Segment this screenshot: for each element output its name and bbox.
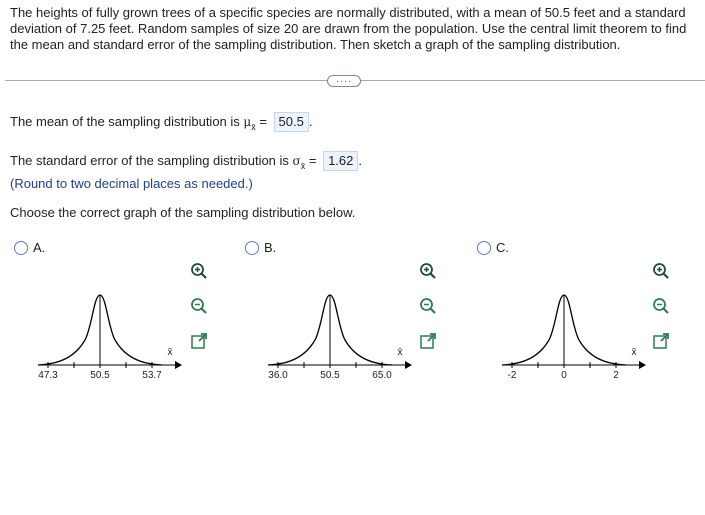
show-more-button[interactable]: ···· [327, 75, 361, 87]
option-a-graph: 47.3 50.5 53.7 x̄ [37, 294, 182, 381]
zoom-out-icon[interactable] [652, 297, 670, 315]
axis-variable: x̄ [398, 347, 403, 358]
option-b-radio[interactable] [245, 240, 259, 255]
option-a-radio[interactable] [14, 240, 28, 255]
tick-label: 65.0 [372, 370, 392, 381]
option-a-label: A. [33, 240, 46, 255]
mean-line: The mean of the sampling distribution is… [10, 112, 312, 132]
option-c[interactable]: C. [477, 240, 509, 255]
tick-label: -2 [508, 370, 517, 381]
mean-symbol-sub: x̄ [251, 122, 256, 132]
option-a[interactable]: A. [14, 240, 45, 255]
option-c-label: C. [496, 240, 509, 255]
zoom-in-icon[interactable] [419, 262, 437, 280]
mean-equals: = [255, 114, 271, 129]
se-prefix: The standard error of the sampling distr… [10, 153, 293, 168]
tick-label: 50.5 [320, 370, 340, 381]
se-symbol-sub: x̄ [300, 161, 306, 171]
tick-label: 53.7 [142, 370, 162, 381]
tick-label: 47.3 [38, 370, 58, 381]
option-b-label: B. [264, 240, 277, 255]
zoom-in-icon[interactable] [190, 262, 208, 280]
option-c-graph: -2 0 2 x̄ [501, 294, 646, 381]
tick-label: 50.5 [90, 370, 110, 381]
tick-label: 2 [613, 370, 619, 381]
se-suffix: . [358, 153, 362, 168]
axis-arrow [639, 361, 646, 369]
problem-statement: The heights of fully grown trees of a sp… [10, 5, 687, 52]
mean-suffix: . [308, 114, 313, 129]
axis-arrow [175, 361, 182, 369]
zoom-out-icon[interactable] [419, 297, 437, 315]
round-hint: (Round to two decimal places as needed.) [10, 176, 253, 191]
se-answer[interactable]: 1.62 [323, 151, 359, 171]
zoom-out-icon[interactable] [190, 297, 208, 315]
expand-icon[interactable] [419, 332, 437, 350]
tick-label: 0 [561, 370, 567, 381]
axis-arrow [405, 361, 412, 369]
se-symbol: σ [292, 154, 301, 168]
mean-answer[interactable]: 50.5 [273, 112, 309, 132]
se-line: The standard error of the sampling distr… [10, 151, 362, 171]
tick-label: 36.0 [268, 370, 288, 381]
zoom-in-icon[interactable] [652, 262, 670, 280]
choose-prompt: Choose the correct graph of the sampling… [10, 205, 356, 220]
se-equals: = [305, 153, 321, 168]
expand-icon[interactable] [190, 332, 208, 350]
option-b[interactable]: B. [245, 240, 276, 255]
option-c-radio[interactable] [477, 240, 491, 255]
option-b-graph: 36.0 50.5 65.0 x̄ [267, 294, 412, 381]
mean-prefix: The mean of the sampling distribution is [10, 114, 244, 129]
expand-icon[interactable] [652, 332, 670, 350]
axis-variable: x̄ [632, 347, 637, 358]
axis-variable: x̄ [168, 347, 173, 358]
